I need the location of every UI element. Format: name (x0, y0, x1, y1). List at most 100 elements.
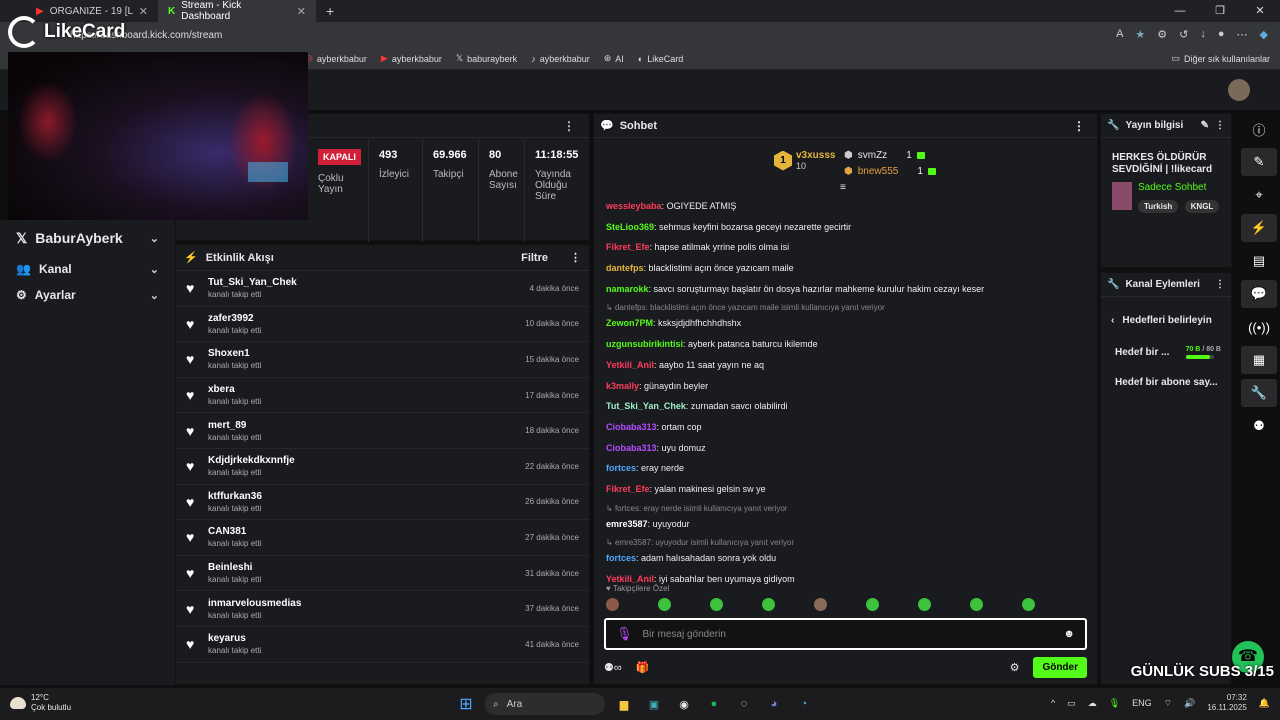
chat-username[interactable]: Yetkili_Anil (606, 574, 654, 584)
clock[interactable]: 07:32 16.11.2025 (1207, 693, 1246, 713)
more-options-icon[interactable]: ⋮ (1215, 120, 1225, 131)
points-icon[interactable]: ⚉ (1241, 412, 1277, 440)
emote[interactable] (1022, 598, 1035, 611)
chat-username[interactable]: Ciobaba313 (606, 443, 657, 453)
steam-icon[interactable]: ◉ (673, 693, 695, 715)
close-tab-icon[interactable]: ✕ (297, 5, 306, 18)
layout-icon[interactable]: ▦ (1241, 346, 1277, 374)
edge-icon[interactable]: ◔ (793, 693, 815, 715)
chat-message-input[interactable] (642, 628, 1054, 640)
close-tab-icon[interactable]: ✕ (139, 5, 148, 18)
list-item[interactable]: ♥ Tut_Ski_Yan_Chek kanalı takip etti 4 d… (176, 271, 589, 307)
goal-followers[interactable]: Hedef bir ... 70 B / 80 B (1101, 337, 1231, 367)
weather-widget[interactable]: 12°C Çok bulutlu (10, 693, 71, 713)
back-to-goals[interactable]: ‹ Hedefleri belirleyin (1101, 305, 1231, 335)
bookmark-instagram[interactable]: ◎ ayberkbabur (305, 53, 367, 64)
chat-username[interactable]: namarokk (606, 284, 649, 294)
chat-username[interactable]: uzgunsubirikintisi (606, 339, 683, 349)
more-options-icon[interactable]: ⋮ (563, 119, 575, 133)
chat-username[interactable]: emre3587 (606, 519, 648, 529)
emote[interactable] (710, 598, 723, 611)
taskbar-search[interactable]: ⌕ Ara (485, 693, 605, 715)
chevron-up-icon[interactable]: ^ (1051, 698, 1055, 708)
goal-subscribers[interactable]: Hedef bir abone say... (1101, 367, 1231, 397)
send-button[interactable]: Gönder (1033, 656, 1087, 678)
discord-icon[interactable]: ◕ (763, 693, 785, 715)
category-name[interactable]: Sadece Sohbet (1138, 182, 1222, 193)
more-options-icon[interactable]: ⋮ (1073, 119, 1085, 133)
microphone-icon[interactable]: 🎙 (1109, 698, 1120, 709)
history-icon[interactable]: ↺ (1179, 28, 1188, 41)
chat-username[interactable]: fortces (606, 553, 636, 563)
chat-input-box[interactable]: 🎙 ☻ (604, 618, 1087, 650)
gear-icon[interactable]: ⚙ (1010, 661, 1020, 674)
list-item[interactable]: ♥ Beinleshi kanalı takip etti 31 dakika … (176, 556, 589, 592)
gift-box-icon[interactable]: 🎁 (636, 661, 650, 674)
language-indicator[interactable]: ENG (1132, 698, 1152, 708)
expand-leaderboard-icon[interactable]: ≡ (840, 182, 846, 193)
emote[interactable] (762, 598, 775, 611)
chat-bubble-icon[interactable]: 💬 (1241, 280, 1277, 308)
spotify-icon[interactable]: ● (703, 693, 725, 715)
list-item[interactable]: ♥ Shoxen1 kanalı takip etti 15 dakika ön… (176, 342, 589, 378)
windows-start-icon[interactable]: ⊞ (455, 693, 477, 715)
extensions-icon[interactable]: ⚙ (1157, 28, 1167, 41)
edit-icon[interactable]: ✎ (1201, 120, 1209, 131)
tab-kick-dashboard[interactable]: K Stream - Kick Dashboard ✕ (158, 0, 316, 22)
wrench-icon[interactable]: 🔧 (1241, 379, 1277, 407)
list-item[interactable]: ♥ ktffurkan36 kanalı takip etti 26 dakik… (176, 485, 589, 521)
menu-icon[interactable]: ⋯ (1237, 28, 1248, 41)
notification-icon[interactable]: 🔔 (1259, 698, 1270, 709)
bookmark-youtube[interactable]: ▶ ayberkbabur (381, 53, 442, 64)
sidebar-user[interactable]: 𝕏 BaburAyberk ⌄ (0, 220, 175, 256)
close-window-icon[interactable]: ✕ (1240, 0, 1280, 22)
list-item[interactable]: ♥ Kdjdjrkekdkxnnfje kanalı takip etti 22… (176, 449, 589, 485)
app-icon[interactable]: ◌ (733, 693, 755, 715)
bookmark-likecard[interactable]: ◐ LikeCard (638, 54, 683, 64)
chat-username[interactable]: wessleybaba (606, 201, 662, 211)
emote[interactable] (658, 598, 671, 611)
chat-username[interactable]: Tut_Ski_Yan_Chek (606, 401, 686, 411)
more-options-icon[interactable]: ⋮ (570, 251, 581, 264)
wifi-icon[interactable]: ⌔ (1164, 698, 1172, 709)
tray-app-icon[interactable]: ☁ (1088, 698, 1097, 709)
bookmark-tiktok[interactable]: ♪ ayberkbabur (531, 54, 590, 64)
points-icon[interactable]: ⚉∞ (604, 661, 622, 674)
chat-username[interactable]: Yetkili_Anil (606, 360, 654, 370)
chat-username[interactable]: dantefps (606, 263, 644, 273)
chat-username[interactable]: Fikret_Efe (606, 242, 650, 252)
tray-app-icon[interactable]: ▭ (1067, 698, 1076, 709)
emote[interactable] (814, 598, 827, 611)
list-item[interactable]: ♥ CAN381 kanalı takip etti 27 dakika önc… (176, 520, 589, 556)
bolt-icon[interactable]: ⚡ (1241, 214, 1277, 242)
broadcast-icon[interactable]: ((•)) (1241, 313, 1277, 341)
photos-icon[interactable]: ▣ (643, 693, 665, 715)
minimize-icon[interactable]: — (1160, 0, 1200, 22)
profile-icon[interactable]: ● (1218, 28, 1225, 41)
chat-username[interactable]: Zewon7PM (606, 318, 653, 328)
camera-icon[interactable]: ⌖ (1241, 181, 1277, 209)
file-explorer-icon[interactable]: ▆ (613, 693, 635, 715)
download-icon[interactable]: ↓ (1200, 28, 1206, 41)
read-aloud-icon[interactable]: A (1116, 28, 1123, 41)
sidebar-item-kanal[interactable]: 👥 Kanal ⌄ (0, 256, 175, 282)
chat-username[interactable]: k3mally (606, 381, 639, 391)
clipboard-icon[interactable]: ▤ (1241, 247, 1277, 275)
list-item[interactable]: ♥ mert_89 kanalı takip etti 18 dakika ön… (176, 413, 589, 449)
chat-username[interactable]: Fikret_Efe (606, 484, 650, 494)
list-item[interactable]: ♥ zafer3992 kanalı takip etti 10 dakika … (176, 307, 589, 343)
info-icon[interactable]: ⓘ (1241, 115, 1277, 143)
new-tab-button[interactable]: + (316, 3, 344, 19)
sidebar-item-ayarlar[interactable]: ⚙ Ayarlar ⌄ (0, 282, 175, 308)
emote[interactable] (866, 598, 879, 611)
avatar[interactable] (1228, 79, 1250, 101)
other-bookmarks[interactable]: ▭ Diğer sık kullanılanlar (1171, 53, 1270, 64)
chat-username[interactable]: Ciobaba313 (606, 422, 657, 432)
emote[interactable] (970, 598, 983, 611)
chat-username[interactable]: SteLioo369 (606, 222, 654, 232)
emote[interactable] (606, 598, 619, 611)
emote[interactable] (918, 598, 931, 611)
microphone-icon[interactable]: 🎙 (616, 626, 633, 642)
volume-icon[interactable]: 🔊 (1184, 698, 1195, 709)
copilot-icon[interactable]: ◆ (1260, 28, 1268, 41)
